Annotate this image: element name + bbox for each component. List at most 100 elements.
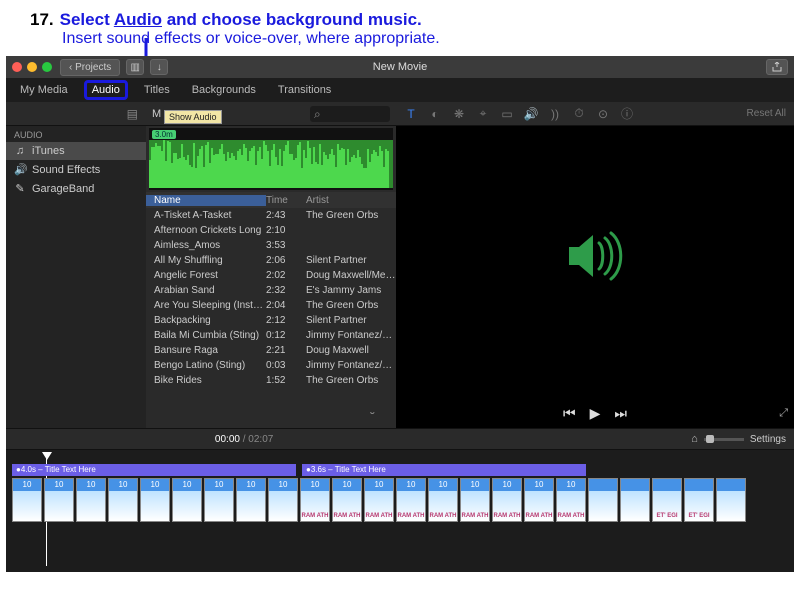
timeline-clip[interactable]: 10RAM ATH — [460, 478, 490, 522]
media-tab-bar: My Media Audio Titles Backgrounds Transi… — [6, 78, 794, 102]
timeline-clip[interactable] — [588, 478, 618, 522]
sidebar-item-sound-effects[interactable]: 🔊 Sound Effects — [6, 160, 146, 179]
timeline-clip[interactable]: 10 — [12, 478, 42, 522]
timeline-clip[interactable]: 10RAM ATH — [364, 478, 394, 522]
filter-icon[interactable]: ⊙ — [596, 107, 610, 121]
timeline-clip[interactable]: 10 — [76, 478, 106, 522]
table-row[interactable]: Afternoon Crickets Long2:10 — [146, 223, 396, 238]
table-row[interactable]: Aimless_Amos3:53 — [146, 238, 396, 253]
instr-post: and choose background music. — [162, 10, 422, 29]
stabilize-icon[interactable]: ▭ — [500, 107, 514, 121]
tab-backgrounds[interactable]: Backgrounds — [186, 82, 262, 98]
timeline-clip[interactable]: 10RAM ATH — [428, 478, 458, 522]
prev-button[interactable]: ⏮ — [563, 405, 576, 422]
sidebar-item-icon: ✎ — [14, 182, 26, 195]
sidebar-item-label: GarageBand — [32, 183, 94, 195]
table-row[interactable]: Baila Mi Cumbia (Sting)0:12Jimmy Fontane… — [146, 328, 396, 343]
voiceover-mic-icon[interactable]: ⏑ — [370, 405, 375, 422]
fullscreen-icon[interactable]: ⤢ — [779, 407, 788, 420]
sidebar-item-itunes[interactable]: ♫ iTunes — [6, 142, 146, 160]
waveform-preview[interactable]: 3.0m — [149, 128, 393, 190]
timeline-clip[interactable]: 10 — [172, 478, 202, 522]
sidebar-item-label: Sound Effects — [32, 164, 100, 176]
reset-all-button[interactable]: Reset All — [747, 108, 786, 119]
tab-my-media[interactable]: My Media — [14, 82, 74, 98]
sidebar-item-garageband[interactable]: ✎ GarageBand — [6, 179, 146, 198]
sidebar-item-label: iTunes — [32, 145, 65, 157]
text-tool-icon[interactable]: T — [404, 107, 418, 121]
minimize-icon[interactable] — [27, 62, 37, 72]
play-button[interactable]: ▶ — [590, 405, 601, 422]
info-icon[interactable]: ⓘ — [620, 107, 634, 121]
timeline-clip[interactable]: 10 — [204, 478, 234, 522]
table-row[interactable]: Arabian Sand2:32E's Jammy Jams — [146, 283, 396, 298]
instruction-line2: Insert sound effects or voice-over, wher… — [62, 30, 770, 48]
table-row[interactable]: All My Shuffling2:06Silent Partner — [146, 253, 396, 268]
timeline-clip[interactable]: 10 — [108, 478, 138, 522]
volume-icon[interactable]: 🔊 — [524, 107, 538, 121]
table-row[interactable]: A-Tisket A-Tasket2:43The Green Orbs — [146, 208, 396, 223]
video-preview[interactable]: ⏑ ⏮ ▶ ⏭ ⤢ — [396, 126, 794, 428]
table-row[interactable]: Bansure Raga2:21Doug Maxwell — [146, 343, 396, 358]
tab-titles[interactable]: Titles — [138, 82, 176, 98]
timecode-current: 00:00 — [215, 434, 240, 445]
sidebar-heading: AUDIO — [6, 128, 146, 142]
table-row[interactable]: Backpacking2:12Silent Partner — [146, 313, 396, 328]
timeline-clip[interactable]: 10RAM ATH — [524, 478, 554, 522]
audio-table-body: A-Tisket A-Tasket2:43The Green OrbsAfter… — [146, 208, 396, 428]
timeline-clip[interactable]: ET' EGI — [652, 478, 682, 522]
import-icon[interactable]: ↓ — [150, 59, 168, 75]
sidebar-item-icon: 🔊 — [14, 163, 26, 176]
tab-audio[interactable]: Audio — [84, 80, 128, 100]
color-correction-icon[interactable]: ❋ — [452, 107, 466, 121]
timeline[interactable]: ●4.0s – Title Text Here ●3.6s – Title Tex… — [6, 450, 794, 572]
timeline-clip[interactable]: 10RAM ATH — [556, 478, 586, 522]
timeline-clip[interactable]: 10 — [268, 478, 298, 522]
noise-icon[interactable]: )) — [548, 107, 562, 121]
timeline-clip[interactable] — [620, 478, 650, 522]
table-row[interactable]: Bike Rides1:52The Green Orbs — [146, 373, 396, 388]
zoom-slider[interactable] — [704, 438, 744, 441]
window-titlebar: ‹ Projects ▥ ↓ New Movie — [6, 56, 794, 78]
imovie-window: ‹ Projects ▥ ↓ New Movie My Media Audio … — [6, 56, 794, 550]
list-view-icon[interactable]: ▤ — [127, 107, 138, 121]
table-row[interactable]: Bengo Latino (Sting)0:03Jimmy Fontanez/M… — [146, 358, 396, 373]
sidebar-item-icon: ♫ — [14, 145, 26, 157]
library-view-icon[interactable]: ▥ — [126, 59, 144, 75]
timeline-clip[interactable]: 10 — [140, 478, 170, 522]
window-title: New Movie — [6, 61, 794, 73]
table-row[interactable]: Angelic Forest2:02Doug Maxwell/Media Ri — [146, 268, 396, 283]
table-row[interactable]: Are You Sleeping (Instru…2:04The Green O… — [146, 298, 396, 313]
col-name-header[interactable]: Name — [146, 195, 266, 206]
library-label[interactable]: M — [152, 108, 161, 120]
timeline-clip[interactable]: 10 — [44, 478, 74, 522]
traffic-lights[interactable] — [12, 62, 52, 72]
col-time-header[interactable]: Time — [266, 195, 306, 206]
marker-icon[interactable]: ⌂ — [691, 433, 698, 445]
audio-browser: 3.0m Name Time Artist A-Tisket A-Tasket2… — [146, 126, 396, 428]
search-input[interactable] — [310, 106, 390, 122]
timeline-clip[interactable]: ET' EGI — [684, 478, 714, 522]
timeline-title-bar[interactable]: ●4.0s – Title Text Here — [12, 464, 296, 476]
timeline-clip[interactable]: 10RAM ATH — [492, 478, 522, 522]
timeline-title-bar[interactable]: ●3.6s – Title Text Here — [302, 464, 586, 476]
timeline-clip[interactable] — [716, 478, 746, 522]
projects-button[interactable]: ‹ Projects — [60, 59, 120, 76]
timeline-clip[interactable]: 10RAM ATH — [332, 478, 362, 522]
next-button[interactable]: ⏭ — [614, 405, 627, 422]
close-icon[interactable] — [12, 62, 22, 72]
audio-sidebar: AUDIO ♫ iTunes 🔊 Sound Effects ✎ GarageBand — [6, 126, 146, 428]
share-button[interactable] — [766, 59, 788, 75]
timeline-clip[interactable]: 10RAM ATH — [300, 478, 330, 522]
timeline-clip[interactable]: 10RAM ATH — [396, 478, 426, 522]
timeline-clip[interactable]: 10 — [236, 478, 266, 522]
zoom-icon[interactable] — [42, 62, 52, 72]
tab-transitions[interactable]: Transitions — [272, 82, 337, 98]
table-header[interactable]: Name Time Artist — [146, 192, 396, 208]
color-balance-icon[interactable]: ◐ — [428, 107, 442, 121]
col-artist-header[interactable]: Artist — [306, 195, 396, 206]
crop-icon[interactable]: ⌖ — [476, 107, 490, 121]
settings-button[interactable]: Settings — [750, 434, 786, 445]
speed-icon[interactable]: ⏱ — [572, 107, 586, 121]
timecode-duration: 02:07 — [248, 434, 273, 445]
